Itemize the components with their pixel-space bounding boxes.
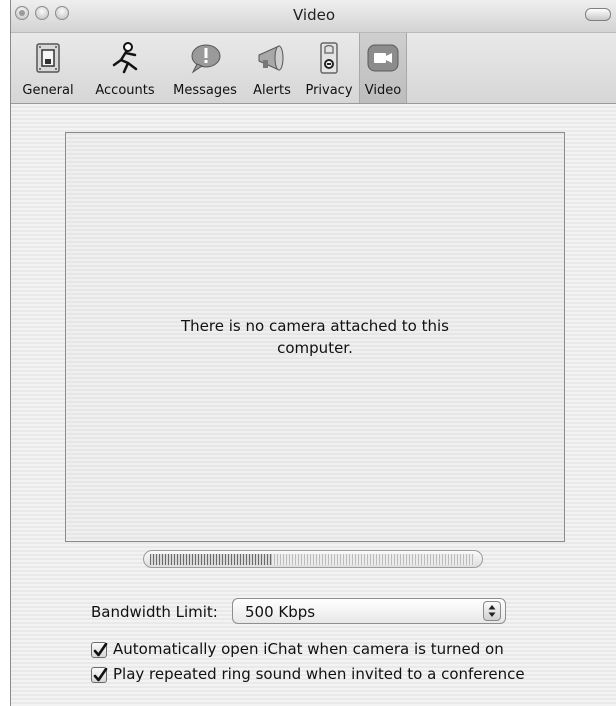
preferences-window: Video General Accounts Messages Alerts P… xyxy=(10,0,616,706)
tab-messages-label: Messages xyxy=(173,83,237,98)
tab-general-label: General xyxy=(22,83,74,98)
tab-alerts-label: Alerts xyxy=(253,83,291,98)
no-camera-message: There is no camera attached to this comp… xyxy=(181,317,449,357)
tab-privacy-label: Privacy xyxy=(305,83,353,98)
general-switch-icon xyxy=(31,41,65,75)
tab-accounts[interactable]: Accounts xyxy=(85,33,165,103)
auto-open-ichat-label: Automatically open iChat when camera is … xyxy=(113,640,504,658)
tab-alerts[interactable]: Alerts xyxy=(245,33,299,103)
bandwidth-limit-value: 500 Kbps xyxy=(245,603,316,621)
bandwidth-limit-select[interactable]: 500 Kbps xyxy=(232,598,506,624)
privacy-switch-icon xyxy=(312,41,346,75)
window-title: Video xyxy=(292,6,336,24)
checkmark-icon xyxy=(93,642,108,657)
preferences-toolbar: General Accounts Messages Alerts Privacy… xyxy=(11,33,616,104)
camera-preview: There is no camera attached to this comp… xyxy=(65,132,565,542)
video-preferences-pane: There is no camera attached to this comp… xyxy=(11,104,616,706)
bandwidth-limit-label: Bandwidth Limit: xyxy=(91,603,218,621)
auto-open-ichat-checkbox[interactable] xyxy=(91,642,108,658)
ring-sound-checkbox[interactable] xyxy=(91,667,108,683)
microphone-level-meter xyxy=(143,550,483,568)
checkmark-icon xyxy=(93,667,108,682)
megaphone-icon xyxy=(255,41,289,75)
speech-bubble-icon xyxy=(188,41,222,75)
level-meter-track xyxy=(271,554,474,565)
tab-messages[interactable]: Messages xyxy=(165,33,245,103)
video-camera-icon xyxy=(366,41,400,75)
tab-privacy[interactable]: Privacy xyxy=(299,33,359,103)
up-down-arrows-icon xyxy=(483,601,501,621)
tab-accounts-label: Accounts xyxy=(95,83,155,98)
tab-general[interactable]: General xyxy=(11,33,85,103)
title-bar: Video xyxy=(11,0,616,33)
tab-video[interactable]: Video xyxy=(359,33,407,103)
tab-video-label: Video xyxy=(364,83,402,98)
toolbar-toggle-button[interactable] xyxy=(585,8,611,21)
running-man-icon xyxy=(108,41,142,75)
ring-sound-label: Play repeated ring sound when invited to… xyxy=(113,665,525,683)
level-meter-fill xyxy=(150,554,271,565)
